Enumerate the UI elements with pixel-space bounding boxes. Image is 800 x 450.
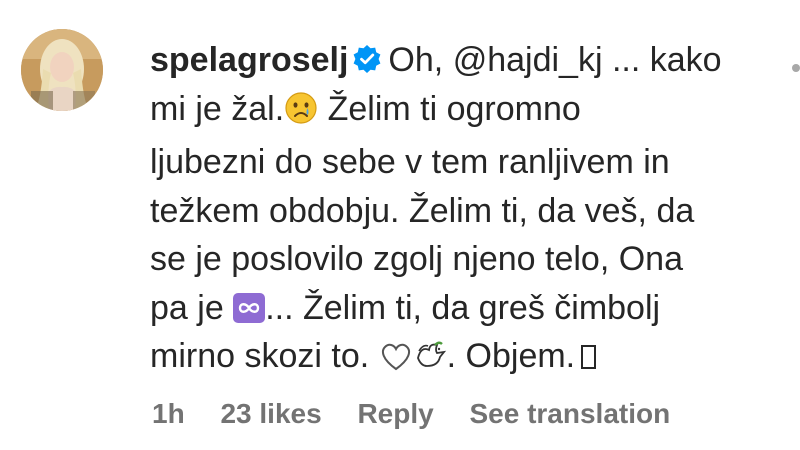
comment-text-line4: težkem obdobju. Želim ti, da veš, da — [150, 191, 695, 230]
comment-meta: 1h 23 likes Reply See translation — [152, 398, 698, 430]
mention-link[interactable]: @hajdi_kj — [453, 41, 603, 79]
comment-text-line2-post: Želim ti ogromno — [327, 89, 581, 128]
infinity-icon — [233, 292, 266, 323]
dove-icon — [413, 337, 447, 386]
comment-username[interactable]: spelagroselj — [150, 41, 348, 79]
see-translation-button[interactable]: See translation — [469, 398, 670, 429]
comment-text-line7-post: . Objem. — [446, 337, 576, 375]
comment-text-line3: ljubezni do sebe v tem ranljivem in — [150, 143, 670, 181]
verified-badge-icon — [352, 39, 382, 73]
comment-text-line6-post: ... Želim ti, da greš čimbolj — [265, 288, 661, 327]
comment-text-line6-pre: pa je — [150, 288, 224, 327]
comment-text-line1-pre: Oh, — [388, 41, 444, 79]
comment-text-line2-pre: mi je žal. — [150, 89, 285, 128]
comment-text-line1-post: ... kako — [611, 41, 722, 79]
reply-button[interactable]: Reply — [357, 398, 433, 429]
comment-text-line7-pre: mirno skozi to. — [150, 337, 370, 375]
comment-body: spelagroselj Oh, @hajdi_kj ... kako mi je… — [150, 36, 770, 386]
comment-likes[interactable]: 23 likes — [220, 398, 321, 429]
white-heart-icon — [379, 337, 413, 386]
unrendered-glyph-icon — [581, 345, 597, 369]
avatar[interactable] — [21, 29, 103, 111]
crying-face-icon — [284, 90, 318, 139]
more-options-icon[interactable] — [792, 64, 800, 72]
comment-time[interactable]: 1h — [152, 398, 185, 429]
avatar-image — [21, 29, 103, 111]
comment-text-line5: se je poslovilo zgolj njeno telo, Ona — [150, 240, 683, 278]
